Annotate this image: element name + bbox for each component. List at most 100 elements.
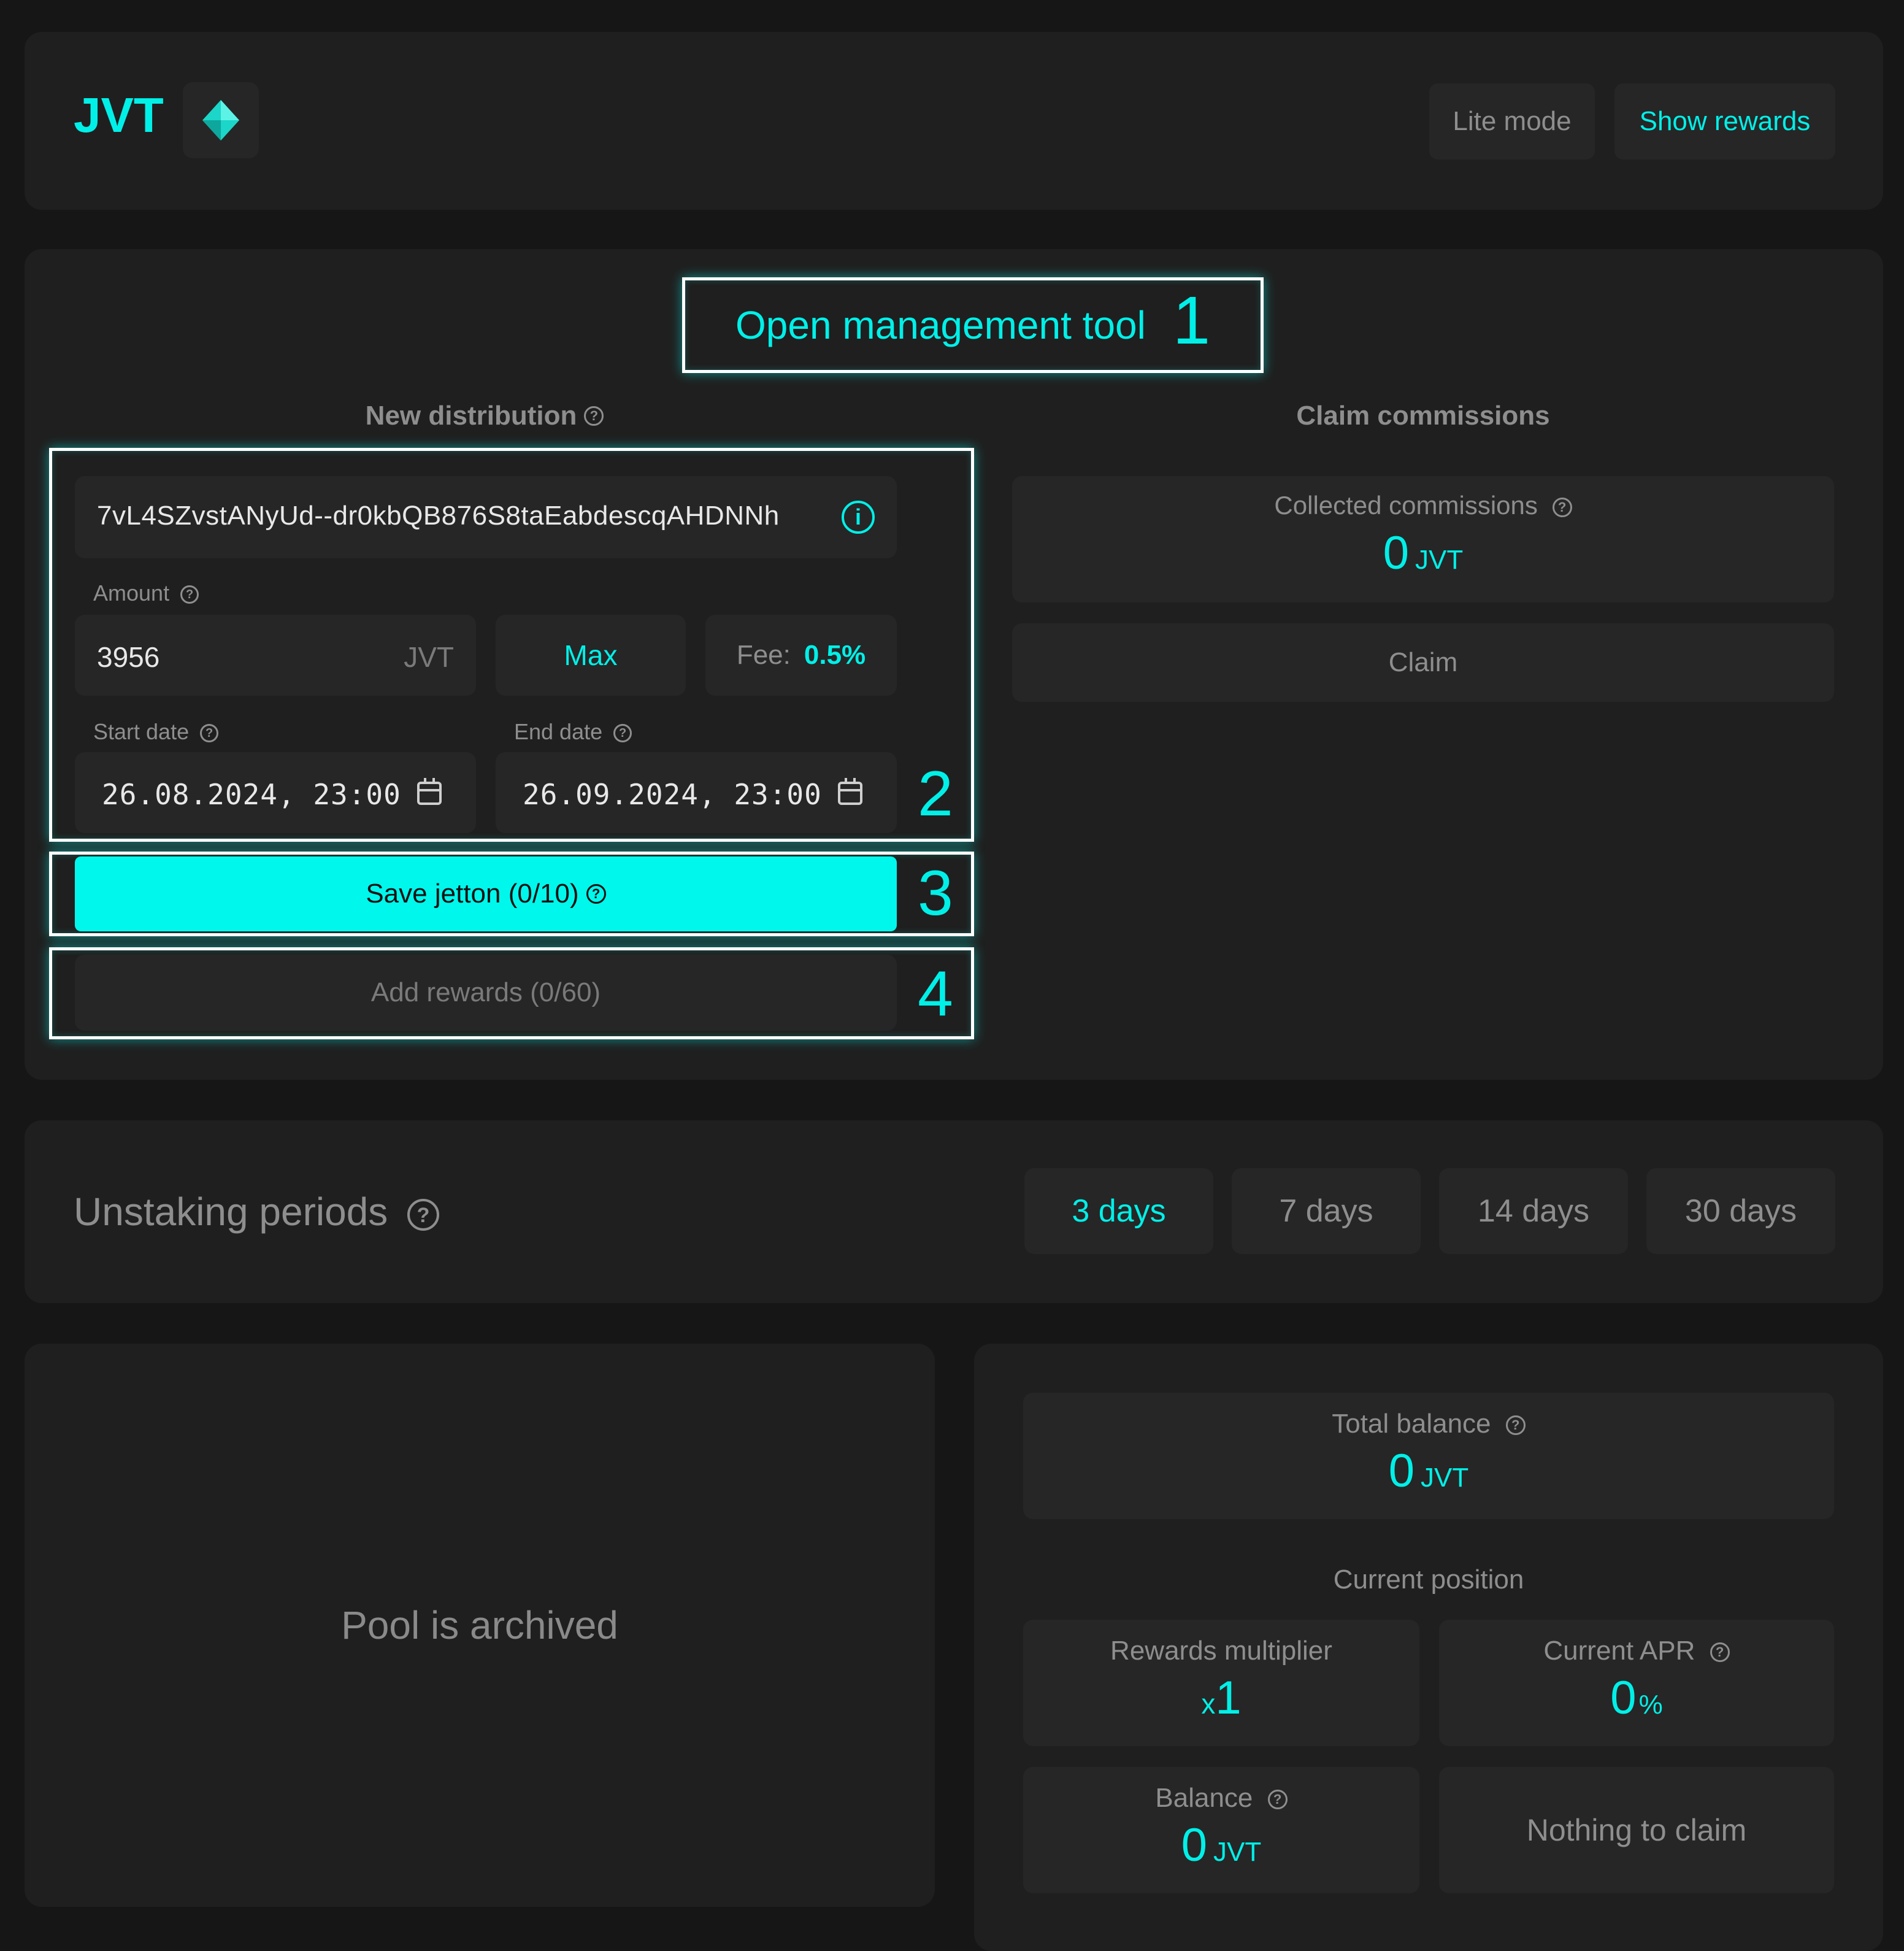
balance-value-row: 0 JVT (1023, 1818, 1419, 1872)
balance-unit: JVT (1213, 1837, 1262, 1867)
marker-4: 4 (918, 958, 953, 1029)
collected-commissions-label: Collected commissions (1274, 491, 1538, 520)
total-balance-label-row: Total balance ? (1023, 1409, 1834, 1439)
current-apr-label-row: Current APR ? (1439, 1636, 1834, 1666)
amount-label: Amount (93, 580, 170, 606)
total-balance-value-row: 0 JVT (1023, 1444, 1834, 1498)
unstaking-title-row: Unstaking periods ? (74, 1189, 440, 1234)
lite-mode-button[interactable]: Lite mode (1429, 83, 1595, 160)
period-tab-14-days[interactable]: 14 days (1439, 1168, 1628, 1254)
current-apr-label: Current APR (1543, 1636, 1695, 1666)
balance-label: Balance (1155, 1783, 1253, 1813)
current-position-label: Current position (1333, 1564, 1524, 1595)
current-apr-tile: Current APR ? 0% (1439, 1620, 1834, 1746)
claim-button[interactable]: Claim (1012, 623, 1834, 702)
add-rewards-button[interactable]: Add rewards (0/60) (75, 955, 897, 1031)
end-date-input[interactable]: 26.09.2024, 23:00 (496, 752, 897, 833)
current-apr-unit: % (1638, 1690, 1663, 1720)
rewards-multiplier-label: Rewards multiplier (1110, 1636, 1332, 1666)
unstaking-title: Unstaking periods (74, 1190, 388, 1234)
token-diamond-icon (183, 82, 259, 158)
marker-2: 2 (918, 758, 953, 829)
new-distribution-label: New distribution (365, 401, 577, 431)
period-tab-30-days[interactable]: 30 days (1646, 1168, 1835, 1254)
period-tab-3-days[interactable]: 3 days (1024, 1168, 1213, 1254)
amount-input[interactable]: 3956 JVT (75, 615, 476, 696)
amount-value: 3956 (97, 641, 160, 673)
amount-unit: JVT (404, 641, 454, 673)
period-tab-label: 14 days (1477, 1193, 1590, 1229)
claim-commissions-label: Claim commissions (1296, 401, 1550, 431)
total-balance-tile: Total balance ? 0 JVT (1023, 1393, 1834, 1519)
start-date-value: 26.08.2024, 23:00 (102, 778, 401, 811)
amount-label-row: Amount ? (93, 580, 199, 606)
end-date-label-row: End date ? (514, 719, 632, 745)
rewards-multiplier-prefix: x (1201, 1688, 1216, 1720)
nothing-to-claim-label: Nothing to claim (1526, 1813, 1747, 1847)
open-management-tool-label: Open management tool (735, 303, 1146, 347)
total-balance-label: Total balance (1332, 1409, 1491, 1439)
marker-3: 3 (918, 858, 953, 929)
fee-tile: Fee: 0.5% (705, 615, 897, 696)
fee-value: 0.5% (804, 640, 866, 670)
new-distribution-title: New distribution ? (49, 396, 920, 436)
max-label: Max (564, 639, 618, 671)
jetton-address-input[interactable]: 7vL4SZvstANyUd--dr0kbQB876S8taEabdescqAH… (75, 476, 897, 558)
calendar-icon[interactable] (838, 778, 862, 805)
claim-label: Claim (1388, 647, 1458, 677)
help-icon[interactable]: ? (1267, 1790, 1288, 1810)
start-date-label: Start date (93, 719, 190, 744)
period-tab-label: 7 days (1279, 1193, 1373, 1229)
calendar-icon[interactable] (417, 778, 442, 805)
period-tab-label: 30 days (1684, 1193, 1797, 1229)
current-apr-value-row: 0% (1439, 1671, 1834, 1725)
show-rewards-label: Show rewards (1639, 106, 1811, 136)
collected-commissions-tile: Collected commissions ? 0 JVT (1012, 476, 1834, 602)
start-date-label-row: Start date ? (93, 719, 219, 745)
jetton-address-value: 7vL4SZvstANyUd--dr0kbQB876S8taEabdescqAH… (97, 501, 780, 531)
balance-tile: Balance ? 0 JVT (1023, 1767, 1419, 1893)
balance-label-row: Balance ? (1023, 1783, 1419, 1814)
fee-label: Fee: (736, 640, 791, 670)
period-tab-7-days[interactable]: 7 days (1232, 1168, 1421, 1254)
help-icon[interactable]: ? (1505, 1415, 1526, 1436)
save-jetton-button[interactable]: Save jetton (0/10) ? (75, 856, 897, 931)
help-icon[interactable]: ? (1552, 497, 1572, 517)
save-jetton-label: Save jetton (0/10) (366, 879, 579, 909)
rewards-multiplier-value-row: x1 (1023, 1671, 1419, 1725)
help-icon[interactable]: ? (180, 585, 199, 604)
token-title: JVT (74, 88, 164, 142)
show-rewards-button[interactable]: Show rewards (1614, 83, 1835, 160)
marker-1: 1 (1172, 283, 1211, 358)
help-icon[interactable]: ? (613, 724, 632, 743)
max-button[interactable]: Max (496, 615, 686, 696)
balance-value: 0 (1181, 1819, 1208, 1871)
period-tab-label: 3 days (1072, 1193, 1166, 1229)
current-position-title: Current position (1023, 1558, 1834, 1601)
lite-mode-label: Lite mode (1453, 106, 1572, 136)
help-icon[interactable]: ? (407, 1199, 440, 1231)
info-icon[interactable]: i (842, 501, 875, 534)
unstaking-card: Unstaking periods ? 3 days 7 days 14 day… (25, 1120, 1883, 1303)
open-management-tool-button[interactable]: Open management tool 1 (682, 277, 1264, 373)
help-icon[interactable]: ? (200, 724, 219, 743)
help-icon[interactable]: ? (584, 406, 604, 426)
collected-commissions-unit: JVT (1415, 545, 1464, 575)
end-date-label: End date (514, 719, 603, 744)
claim-commissions-title: Claim commissions (1012, 396, 1834, 436)
collected-commissions-value-row: 0 JVT (1012, 526, 1834, 580)
total-balance-unit: JVT (1421, 1463, 1469, 1493)
nothing-to-claim-button[interactable]: Nothing to claim (1439, 1767, 1834, 1893)
pool-status-card: Pool is archived (25, 1344, 935, 1907)
help-icon[interactable]: ? (586, 884, 606, 904)
rewards-multiplier-value: 1 (1215, 1672, 1242, 1724)
current-apr-value: 0 (1610, 1672, 1637, 1724)
total-balance-value: 0 (1388, 1445, 1415, 1497)
help-icon[interactable]: ? (1710, 1642, 1730, 1663)
collected-commissions-label-row: Collected commissions ? (1012, 491, 1834, 520)
collected-commissions-value: 0 (1383, 527, 1410, 579)
add-rewards-label: Add rewards (0/60) (370, 977, 601, 1007)
start-date-input[interactable]: 26.08.2024, 23:00 (75, 752, 476, 833)
end-date-value: 26.09.2024, 23:00 (523, 778, 822, 811)
pool-status-text: Pool is archived (341, 1603, 618, 1647)
